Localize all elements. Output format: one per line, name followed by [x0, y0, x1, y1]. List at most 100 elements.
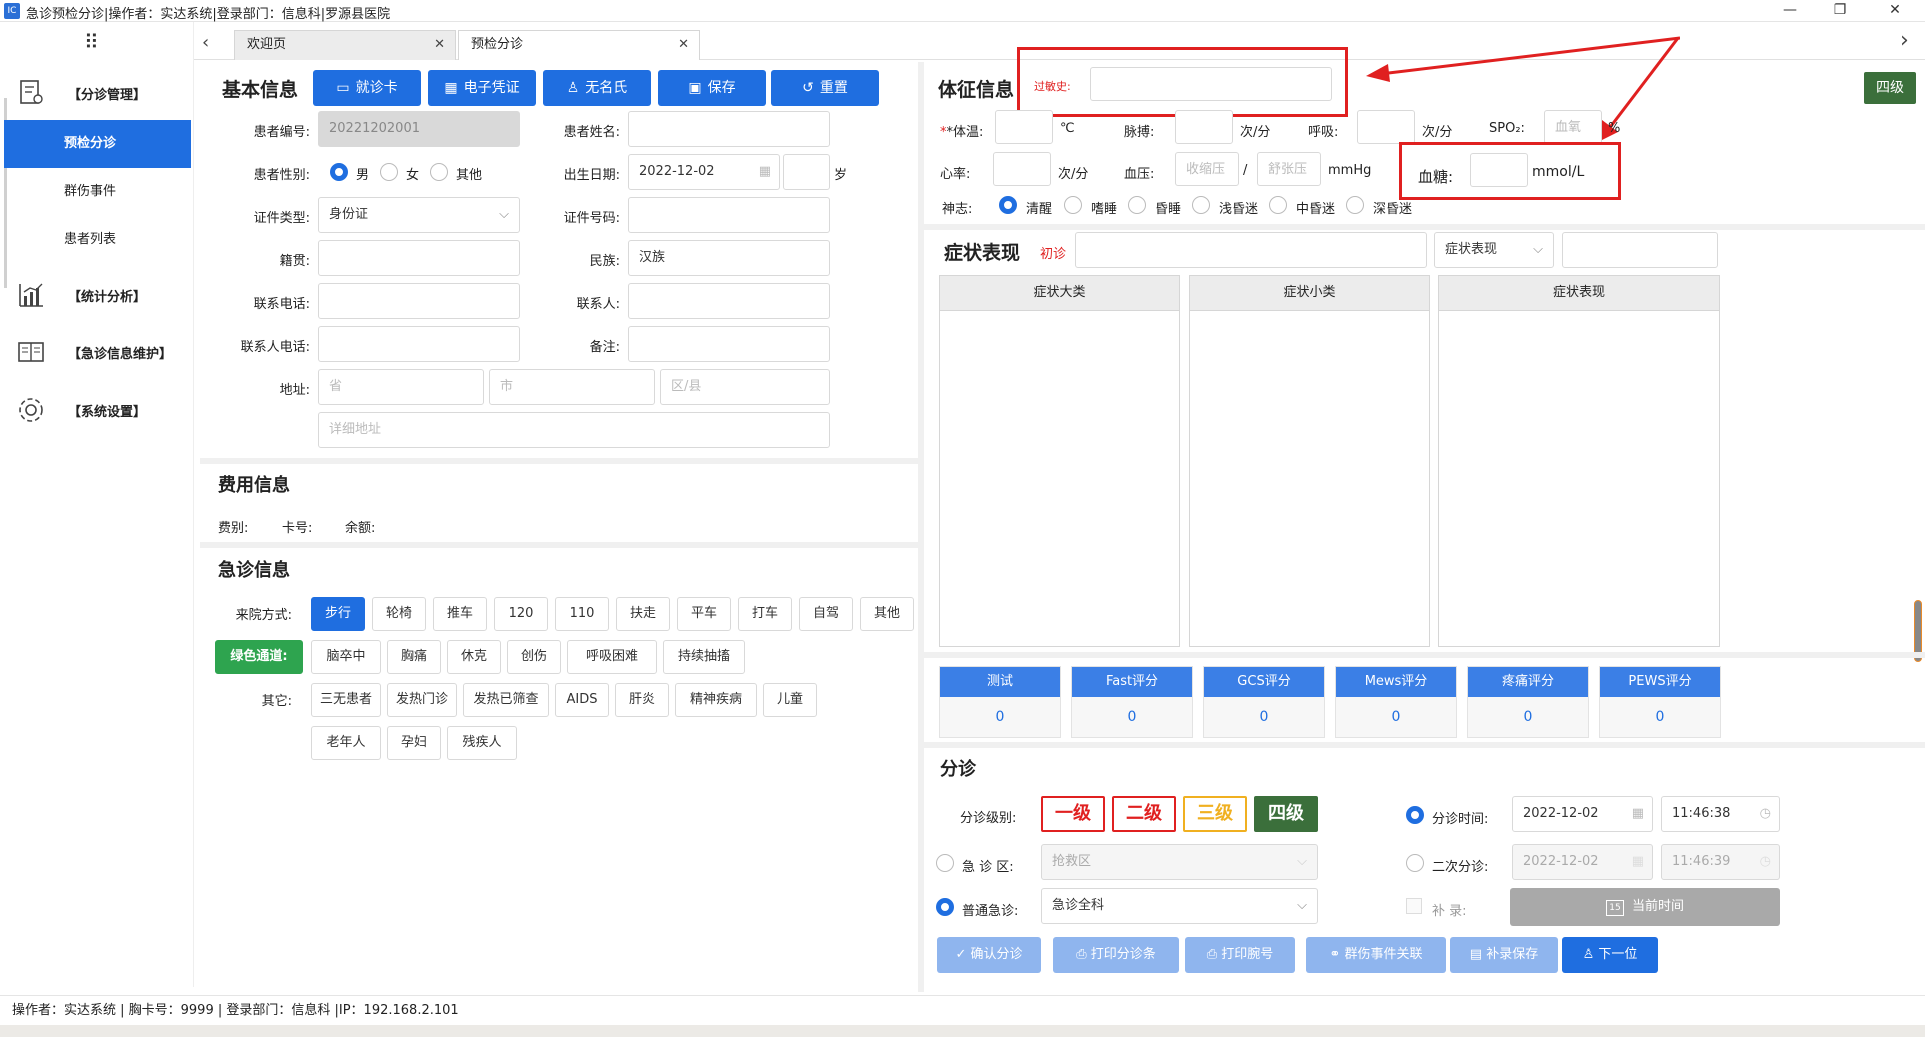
systolic-field[interactable]: 收缩压 — [1175, 152, 1239, 186]
confirm-triage-button[interactable]: ✓ 确认分诊 — [937, 937, 1041, 973]
sidebar-item-patient-list[interactable]: 患者列表 — [4, 216, 191, 264]
gender-other-radio[interactable] — [430, 163, 448, 181]
arrival-wheelchair-chip[interactable]: 轮椅 — [372, 597, 426, 631]
symptom-extra-field[interactable] — [1562, 232, 1718, 268]
save-button[interactable]: ▣ 保存 — [658, 70, 766, 106]
supplement-checkbox[interactable] — [1406, 898, 1422, 914]
level-2-button[interactable]: 二级 — [1112, 796, 1176, 832]
green-dyspnea-chip[interactable]: 呼吸困难 — [567, 640, 657, 674]
district-field[interactable]: 区/县 — [660, 369, 830, 405]
sidebar-group-info[interactable]: 【急诊信息维护】 — [0, 329, 194, 373]
print-wristband-button[interactable]: ⎙ 打印腕号 — [1185, 937, 1295, 973]
sidebar-item-mass-casualty[interactable]: 群伤事件 — [4, 168, 191, 216]
score-fast[interactable]: Fast评分 0 — [1071, 666, 1193, 738]
visit-card-button[interactable]: ▭ 就诊卡 — [313, 70, 421, 106]
other-chip[interactable]: 老年人 — [311, 726, 381, 760]
province-field[interactable]: 省 — [318, 369, 484, 405]
link-mass-casualty-button[interactable]: ⚭ 群伤事件关联 — [1306, 937, 1446, 973]
symptom-manifestation-list[interactable] — [1438, 310, 1720, 647]
supplement-save-button[interactable]: ▤ 补录保存 — [1450, 937, 1558, 973]
dob-date-picker[interactable]: 2022-12-02 ▦ — [628, 154, 780, 190]
ethnicity-field[interactable]: 汉族 — [628, 240, 830, 276]
er-zone-radio[interactable] — [936, 854, 954, 872]
green-seizure-chip[interactable]: 持续抽搐 — [663, 640, 745, 674]
sidebar-group-settings[interactable]: 【系统设置】 — [0, 387, 194, 431]
arrival-walk-chip[interactable]: 步行 — [311, 597, 365, 631]
idtype-select[interactable]: 身份证 ⌵ — [318, 197, 520, 233]
other-chip[interactable]: 孕妇 — [387, 726, 441, 760]
arrival-taxi-chip[interactable]: 打车 — [738, 597, 792, 631]
spo2-field[interactable]: 血氧 — [1544, 110, 1602, 144]
other-chip[interactable]: 残疾人 — [447, 726, 517, 760]
reset-button[interactable]: ↺ 重置 — [771, 70, 879, 106]
general-er-radio[interactable] — [936, 898, 954, 916]
level-4-button[interactable]: 四级 — [1254, 796, 1318, 832]
score-pain[interactable]: 疼痛评分 0 — [1467, 666, 1589, 738]
consciousness-drowsy-radio[interactable] — [1064, 196, 1082, 214]
current-time-button[interactable]: 15 当前时间 — [1510, 888, 1780, 926]
arrival-cart-chip[interactable]: 推车 — [433, 597, 487, 631]
print-triage-slip-button[interactable]: ⎙ 打印分诊条 — [1053, 937, 1179, 973]
symptom-category-list[interactable] — [939, 310, 1180, 647]
patient-name-field[interactable] — [628, 111, 830, 147]
general-er-select[interactable]: 急诊全科 ⌵ — [1041, 888, 1318, 924]
next-patient-button[interactable]: ♙ 下一位 — [1562, 937, 1658, 973]
restore-icon[interactable]: ❐ — [1820, 0, 1860, 22]
other-chip[interactable]: AIDS — [555, 683, 609, 717]
triage-date-picker[interactable]: 2022-12-02 ▦ — [1512, 796, 1653, 832]
tab-scroll-left-icon[interactable]: ‹ — [202, 32, 209, 53]
green-stroke-chip[interactable]: 脑卒中 — [311, 640, 381, 674]
tab-triage[interactable]: 预检分诊 ✕ — [458, 30, 700, 60]
consciousness-mid-coma-radio[interactable] — [1269, 196, 1287, 214]
other-chip[interactable]: 发热已筛查 — [463, 683, 549, 717]
idno-field[interactable] — [628, 197, 830, 233]
sidebar-item-triage[interactable]: 预检分诊 — [4, 120, 191, 168]
heart-rate-field[interactable] — [993, 152, 1051, 186]
sidebar-group-stats[interactable]: 【统计分析】 — [0, 272, 194, 316]
anonymous-button[interactable]: ♙ 无名氏 — [543, 70, 651, 106]
respiration-field[interactable] — [1357, 110, 1415, 144]
remark-field[interactable] — [628, 326, 830, 362]
triage-time-picker[interactable]: 11:46:38 ◷ — [1661, 796, 1780, 832]
other-chip[interactable]: 肝炎 — [615, 683, 669, 717]
gender-female-radio[interactable] — [380, 163, 398, 181]
close-icon[interactable]: ✕ — [678, 31, 689, 59]
sidebar-group-triage[interactable]: 【分诊管理】 — [0, 70, 194, 114]
consciousness-alert-radio[interactable] — [999, 196, 1017, 214]
score-gcs[interactable]: GCS评分 0 — [1203, 666, 1325, 738]
age-field[interactable] — [783, 154, 830, 190]
er-zone-select[interactable]: 抢救区 ⌵ — [1041, 844, 1318, 880]
second-time-picker[interactable]: 11:46:39 ◷ — [1661, 844, 1780, 880]
e-voucher-button[interactable]: ▦ 电子凭证 — [428, 70, 536, 106]
close-icon[interactable]: ✕ — [434, 31, 445, 59]
contact-field[interactable] — [628, 283, 830, 319]
tab-scroll-right-icon[interactable]: › — [1900, 28, 1909, 53]
green-shock-chip[interactable]: 休克 — [447, 640, 501, 674]
detail-address-field[interactable]: 详细地址 — [318, 412, 830, 448]
consciousness-lethargy-radio[interactable] — [1128, 196, 1146, 214]
arrival-selfdrive-chip[interactable]: 自驾 — [799, 597, 853, 631]
contact-phone-field[interactable] — [318, 326, 520, 362]
level-1-button[interactable]: 一级 — [1041, 796, 1105, 832]
second-date-picker[interactable]: 2022-12-02 ▦ — [1512, 844, 1653, 880]
temperature-field[interactable] — [995, 110, 1053, 144]
other-chip[interactable]: 儿童 — [763, 683, 817, 717]
minimize-icon[interactable]: — — [1770, 0, 1810, 22]
symptom-type-select[interactable]: 症状表现 ⌵ — [1434, 232, 1554, 268]
phone-field[interactable] — [318, 283, 520, 319]
green-chestpain-chip[interactable]: 胸痛 — [387, 640, 441, 674]
arrival-120-chip[interactable]: 120 — [494, 597, 548, 631]
second-triage-radio[interactable] — [1406, 854, 1424, 872]
arrival-assisted-chip[interactable]: 扶走 — [616, 597, 670, 631]
score-mews[interactable]: Mews评分 0 — [1335, 666, 1457, 738]
close-icon[interactable]: ✕ — [1875, 0, 1915, 22]
pulse-field[interactable] — [1175, 110, 1233, 144]
score-test[interactable]: 测试 0 — [939, 666, 1061, 738]
diastolic-field[interactable]: 舒张压 — [1257, 152, 1321, 186]
city-field[interactable]: 市 — [489, 369, 655, 405]
native-place-field[interactable] — [318, 240, 520, 276]
arrival-other-chip[interactable]: 其他 — [860, 597, 914, 631]
consciousness-deep-coma-radio[interactable] — [1346, 196, 1364, 214]
other-chip[interactable]: 三无患者 — [311, 683, 381, 717]
arrival-stretcher-chip[interactable]: 平车 — [677, 597, 731, 631]
